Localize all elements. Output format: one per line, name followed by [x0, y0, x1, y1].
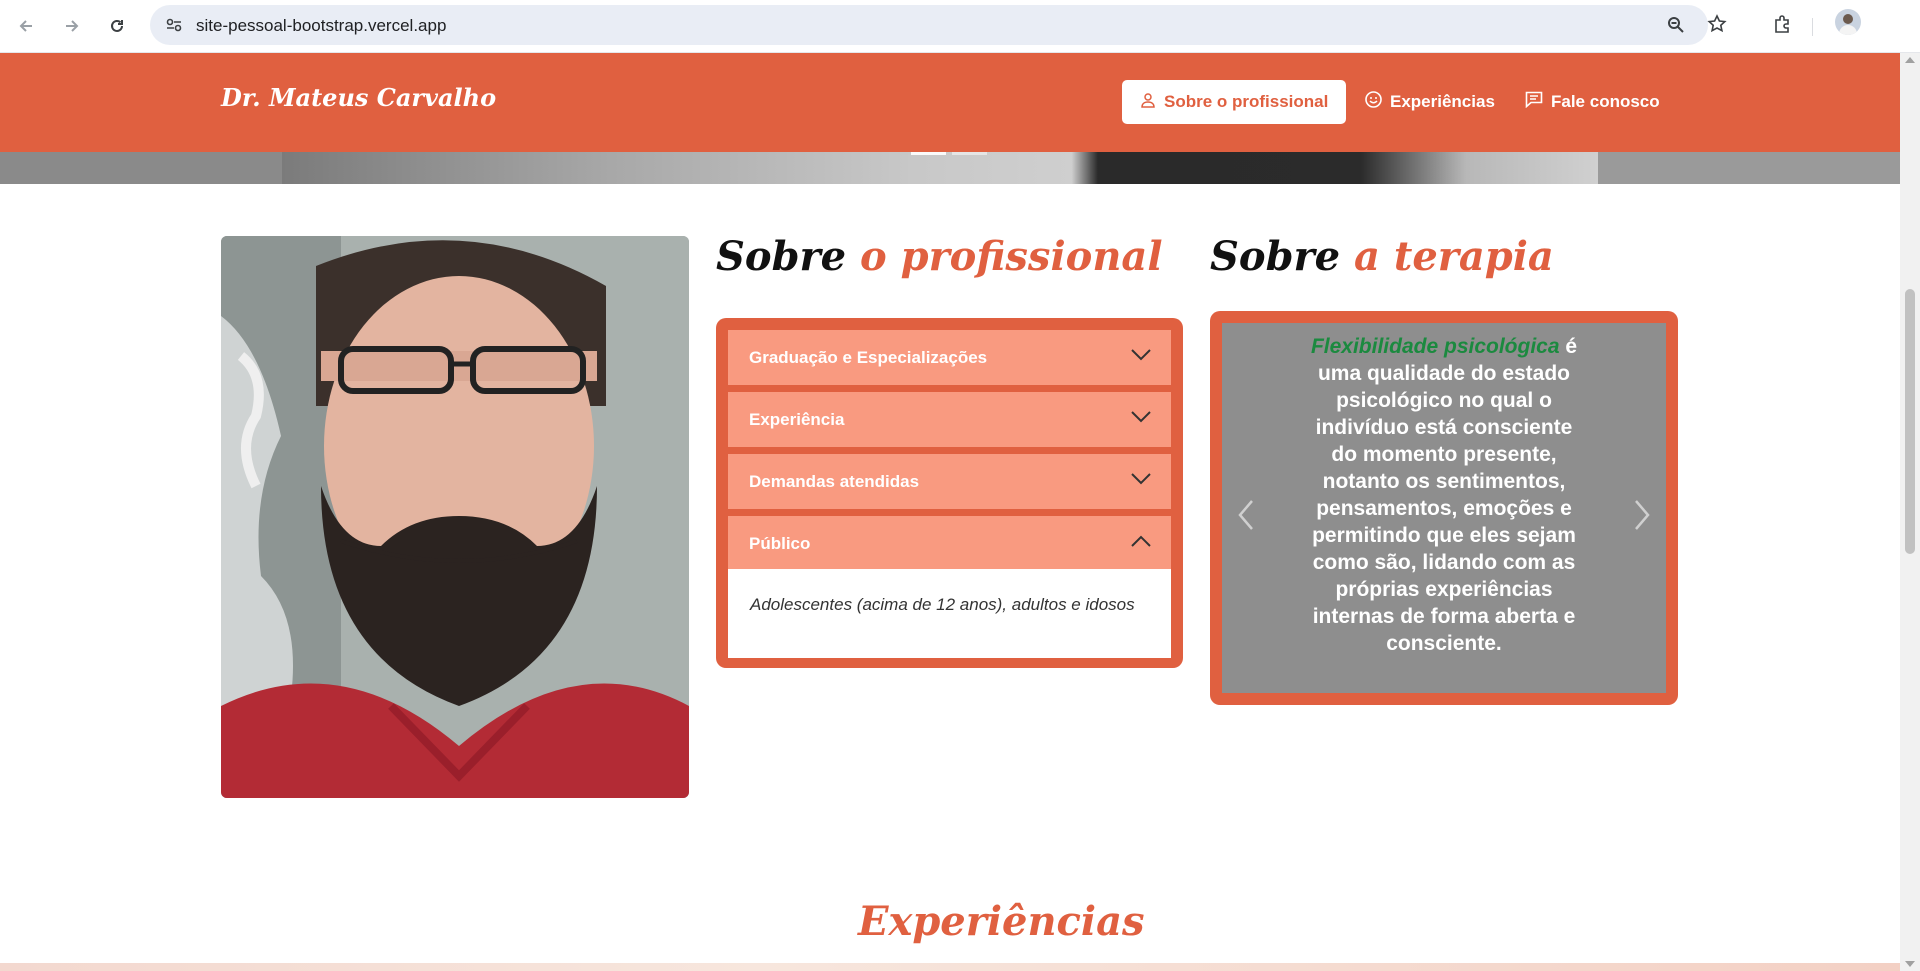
site-header: Dr. Mateus Carvalho Sobre o profissional…	[0, 53, 1900, 152]
nav-fale-conosco[interactable]: Fale conosco	[1525, 80, 1660, 124]
therapy-carousel: Flexibilidade psicológica é uma qualidad…	[1210, 311, 1678, 705]
page-scrollbar[interactable]	[1900, 53, 1920, 971]
accordion-item-demandas[interactable]: Demandas atendidas	[728, 454, 1171, 509]
hero-indicator-active[interactable]	[911, 152, 946, 155]
carousel-text: Flexibilidade psicológica é uma qualidad…	[1302, 333, 1586, 657]
toolbar-divider	[1812, 18, 1813, 36]
site-info-icon[interactable]	[162, 13, 186, 37]
back-arrow-icon[interactable]	[10, 10, 42, 42]
extensions-icon[interactable]	[1770, 12, 1794, 36]
person-icon	[1140, 92, 1156, 113]
chevron-down-icon	[1131, 348, 1151, 366]
nav-label: Experiências	[1390, 92, 1495, 111]
accordion-item-graduacao[interactable]: Graduação e Especializações	[728, 330, 1171, 385]
address-bar[interactable]: site-pessoal-bootstrap.vercel.app	[150, 5, 1708, 45]
carousel-prev-button[interactable]	[1234, 495, 1258, 535]
carousel-next-button[interactable]	[1630, 495, 1654, 535]
hero-carousel-bottom	[0, 152, 1900, 184]
chevron-left-icon	[1238, 500, 1253, 530]
hero-bg-right	[1598, 152, 1900, 184]
carousel-slide: Flexibilidade psicológica é uma qualidad…	[1222, 323, 1666, 693]
accordion-item-publico[interactable]: Público	[728, 516, 1171, 571]
scrollbar-thumb[interactable]	[1905, 289, 1915, 554]
about-accordion: Graduação e Especializações Experiência …	[716, 318, 1183, 668]
experiences-heading: Experiências	[858, 898, 1145, 945]
browser-toolbar: site-pessoal-bootstrap.vercel.app	[0, 0, 1920, 53]
therapy-heading-dark: Sobre	[1210, 233, 1341, 280]
zoom-icon[interactable]	[1664, 13, 1688, 37]
next-section-edge	[0, 963, 1900, 971]
accordion-label: Graduação e Especializações	[749, 347, 988, 367]
nav-experiencias[interactable]: Experiências	[1365, 80, 1495, 124]
hero-bg-left	[0, 152, 282, 184]
nav-sobre-o-profissional[interactable]: Sobre o profissional	[1122, 80, 1347, 124]
carousel-body: é uma qualidade do estado psicológico no…	[1312, 335, 1578, 655]
carousel-highlight: Flexibilidade psicológica	[1310, 335, 1560, 358]
accordion-label: Experiência	[749, 409, 845, 429]
accordion-body-text: Adolescentes (acima de 12 anos), adultos…	[750, 595, 1135, 614]
therapy-heading-accent: a terapia	[1354, 233, 1554, 280]
scroll-up-icon[interactable]	[1905, 57, 1915, 63]
chevron-right-icon	[1635, 500, 1650, 530]
chevron-up-icon	[1131, 534, 1151, 552]
about-heading-accent: o profissional	[860, 233, 1163, 280]
about-heading-dark: Sobre	[716, 233, 847, 280]
accordion-label: Público	[749, 533, 811, 553]
about-heading: Sobre o profissional	[716, 233, 1163, 280]
url-text: site-pessoal-bootstrap.vercel.app	[196, 16, 447, 35]
accordion-body-publico: Adolescentes (acima de 12 anos), adultos…	[728, 569, 1171, 658]
bookmark-star-icon[interactable]	[1705, 12, 1729, 36]
hero-indicator[interactable]	[952, 152, 987, 155]
nav-label: Fale conosco	[1551, 92, 1660, 111]
page-viewport: Dr. Mateus Carvalho Sobre o profissional…	[0, 53, 1900, 971]
smile-icon	[1365, 91, 1382, 113]
accordion-label: Demandas atendidas	[749, 471, 920, 491]
forward-arrow-icon[interactable]	[56, 10, 88, 42]
scroll-down-icon[interactable]	[1905, 961, 1915, 967]
profile-avatar[interactable]	[1835, 9, 1861, 35]
reload-icon[interactable]	[101, 10, 133, 42]
accordion-item-experiencia[interactable]: Experiência	[728, 392, 1171, 447]
chevron-down-icon	[1131, 410, 1151, 428]
hero-image	[282, 152, 1598, 184]
chat-icon	[1525, 91, 1543, 113]
nav-label: Sobre o profissional	[1164, 92, 1329, 111]
brand-logo[interactable]: Dr. Mateus Carvalho	[221, 83, 496, 112]
chevron-down-icon	[1131, 472, 1151, 490]
professional-photo	[221, 236, 689, 798]
therapy-heading: Sobre a terapia	[1210, 233, 1554, 280]
